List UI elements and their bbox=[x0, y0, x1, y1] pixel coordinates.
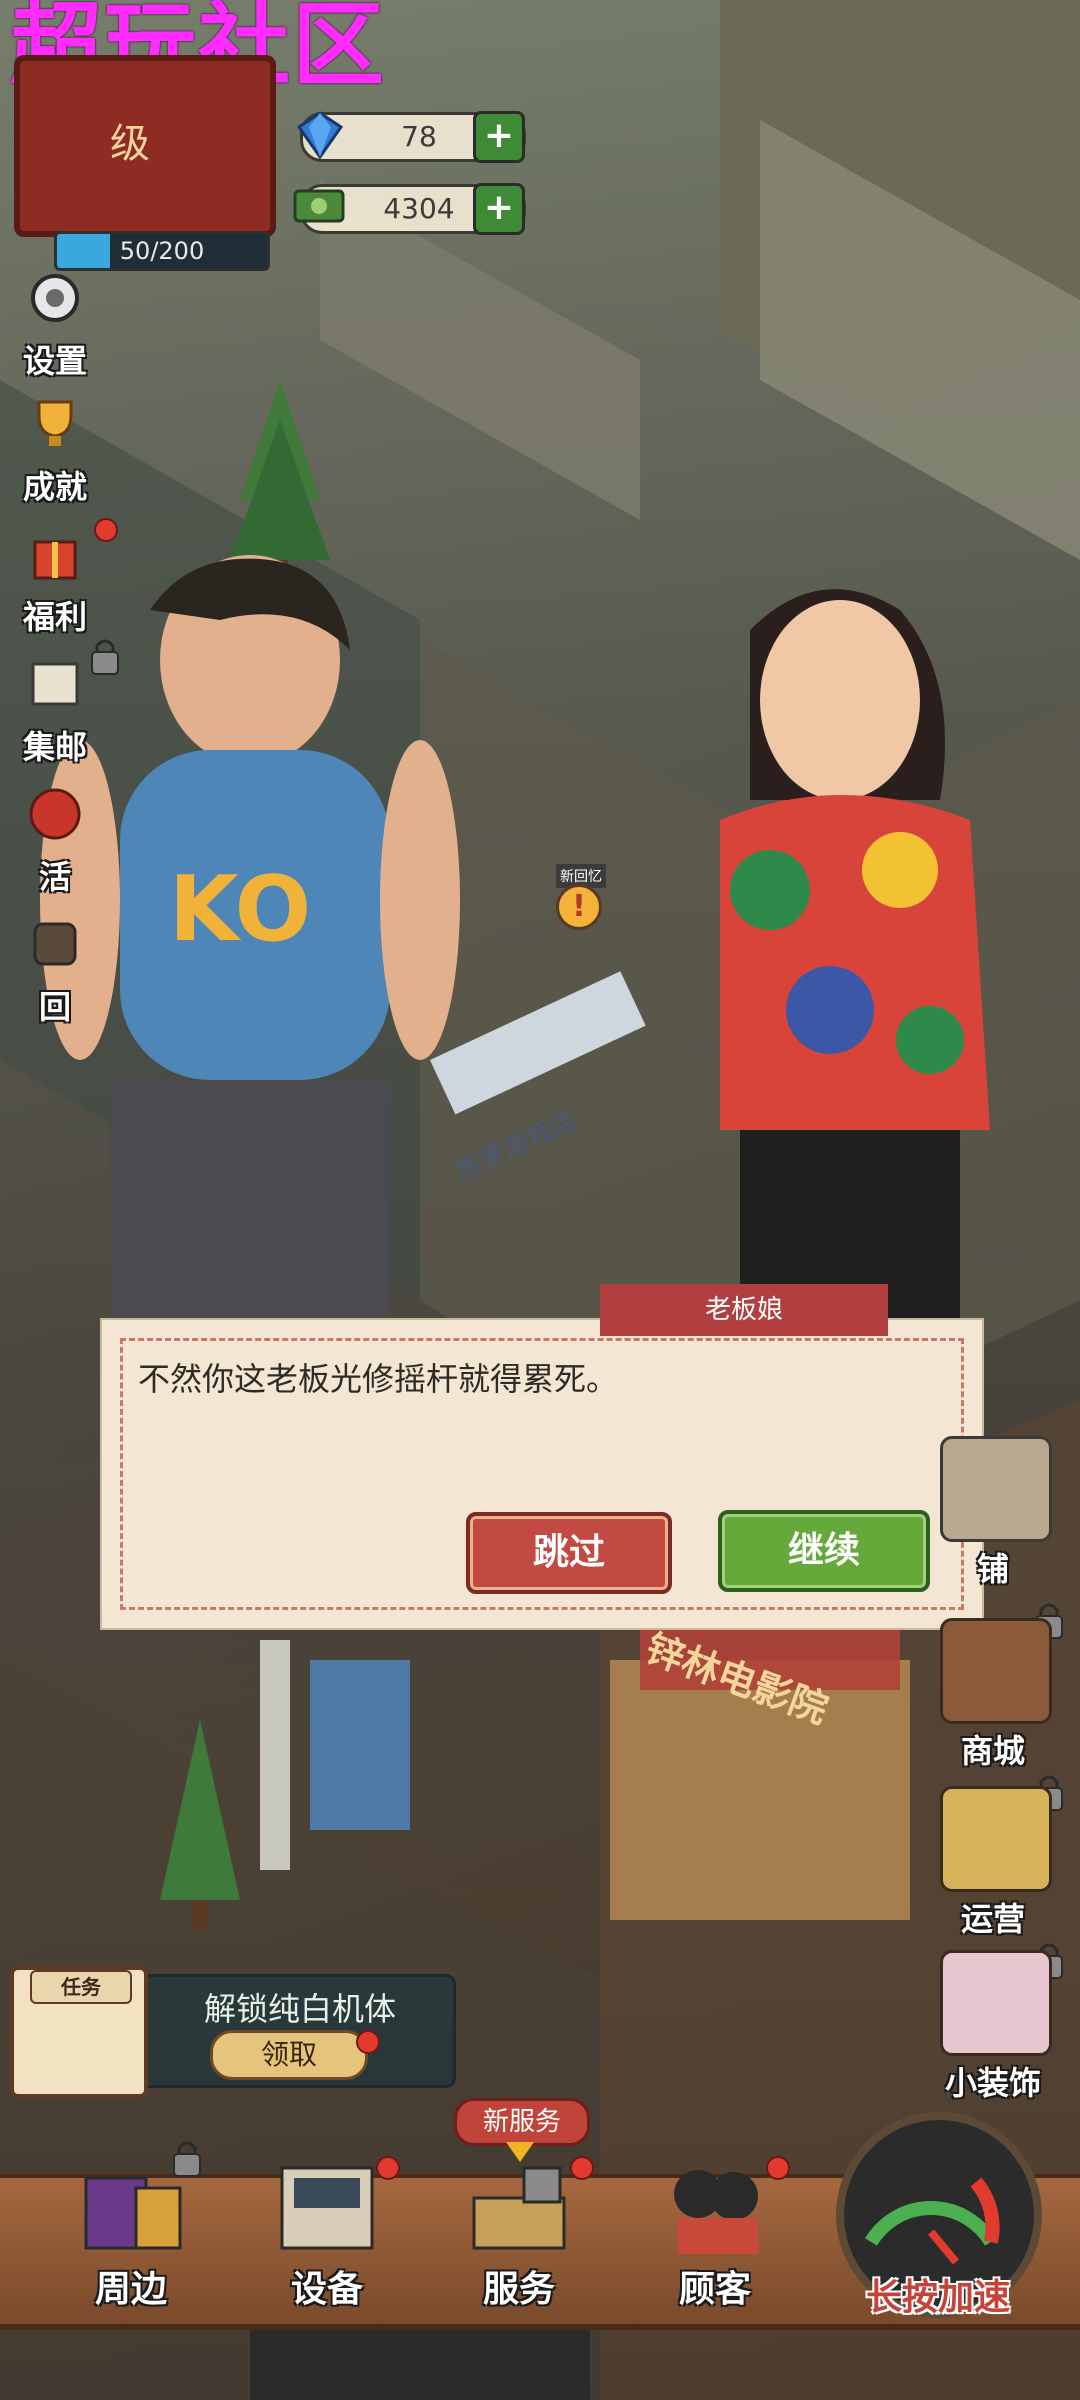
level-label: 级 bbox=[110, 121, 150, 167]
service-icon bbox=[472, 2166, 566, 2250]
shop-icon bbox=[940, 1436, 1052, 1542]
events-button[interactable]: 活 bbox=[10, 784, 100, 904]
quest-widget[interactable]: 任务 解锁纯白机体 领取 bbox=[10, 1966, 456, 2098]
settings-button[interactable]: 设置 bbox=[10, 268, 100, 388]
stamps-label: 集邮 bbox=[22, 728, 87, 766]
return-button[interactable]: 回 bbox=[10, 914, 100, 1034]
cash-icon bbox=[293, 189, 345, 223]
mall-label: 商城 bbox=[960, 1732, 1025, 1770]
stamp-icon bbox=[31, 662, 79, 706]
equipment-label: 设备 bbox=[290, 2269, 363, 2310]
welfare-label: 福利 bbox=[22, 598, 87, 636]
quest-notification-dot bbox=[356, 2030, 380, 2054]
customers-notification-dot bbox=[766, 2156, 790, 2180]
exp-text: 50/200 bbox=[119, 237, 205, 265]
equipment-button[interactable]: 设备 bbox=[252, 2152, 402, 2312]
speed-label: 长按加速 bbox=[865, 2277, 1010, 2318]
dialog-text: 不然你这老板光修摇杆就得累死。 bbox=[138, 1360, 619, 1398]
return-label: 回 bbox=[38, 988, 71, 1026]
add-gems-button[interactable]: + bbox=[473, 111, 525, 163]
continue-button[interactable]: 继续 bbox=[718, 1510, 930, 1592]
exp-bar: 50/200 bbox=[54, 231, 270, 271]
merch-lock-icon bbox=[173, 2141, 201, 2177]
mall-icon bbox=[940, 1618, 1052, 1724]
gem-count: 78 bbox=[401, 120, 437, 153]
add-cash-button[interactable]: + bbox=[473, 183, 525, 235]
speaker-name-tag: 老板娘 bbox=[600, 1284, 888, 1336]
cash-count: 4304 bbox=[383, 192, 455, 225]
quest-tag: 任务 bbox=[30, 1970, 132, 2004]
cash-counter: 4304 + bbox=[293, 183, 526, 235]
achievements-button[interactable]: 成就 bbox=[10, 394, 100, 514]
decoration-label: 小装饰 bbox=[944, 2064, 1041, 2102]
event-icon bbox=[29, 788, 81, 840]
equipment-icon bbox=[280, 2166, 374, 2250]
equipment-notification-dot bbox=[376, 2156, 400, 2180]
events-label: 活 bbox=[38, 858, 71, 896]
lock-icon bbox=[91, 639, 119, 675]
stamps-button[interactable]: 集邮 bbox=[10, 639, 119, 774]
settings-label: 设置 bbox=[22, 342, 87, 380]
welfare-notification-dot bbox=[94, 518, 118, 542]
return-icon bbox=[33, 922, 77, 966]
operations-label: 运营 bbox=[960, 1900, 1025, 1938]
merch-label: 周边 bbox=[94, 2269, 167, 2310]
operations-button[interactable]: 运营 bbox=[918, 1780, 1068, 1979]
merch-button[interactable]: 周边 bbox=[56, 2141, 206, 2312]
achievements-label: 成就 bbox=[22, 468, 87, 506]
shop-label: 铺 bbox=[976, 1550, 1009, 1588]
decoration-button[interactable]: 小装饰 bbox=[918, 1944, 1068, 2104]
welfare-button[interactable]: 福利 bbox=[10, 518, 118, 644]
trophy-icon bbox=[37, 400, 73, 446]
decoration-icon bbox=[940, 1950, 1052, 2056]
gear-icon bbox=[31, 274, 79, 322]
level-badge[interactable]: 级 50/200 bbox=[14, 55, 276, 271]
shop-button[interactable]: 铺 bbox=[918, 1430, 1068, 1639]
gem-icon bbox=[296, 111, 344, 160]
svg-text:KO: KO bbox=[169, 857, 311, 962]
customers-icon bbox=[674, 2170, 758, 2254]
service-notification-dot bbox=[570, 2156, 594, 2180]
operations-icon bbox=[940, 1786, 1052, 1892]
boss-lady-character bbox=[720, 589, 990, 1330]
new-service-tag: 新服务 bbox=[454, 2098, 590, 2146]
customers-label: 顾客 bbox=[678, 2269, 751, 2310]
gem-counter: 78 + bbox=[296, 111, 526, 163]
mall-button[interactable]: 商城 bbox=[918, 1612, 1068, 1811]
exclamation-icon[interactable]: ! bbox=[556, 884, 602, 930]
gift-icon bbox=[33, 540, 77, 580]
service-label: 服务 bbox=[482, 2269, 555, 2310]
quest-card: 任务 bbox=[10, 1966, 148, 2098]
skip-button[interactable]: 跳过 bbox=[466, 1512, 672, 1594]
service-button[interactable]: 服务 bbox=[444, 2152, 594, 2312]
quest-title: 解锁纯白机体 bbox=[203, 1990, 396, 2028]
customers-button[interactable]: 顾客 bbox=[640, 2152, 790, 2312]
claim-button[interactable]: 领取 bbox=[210, 2030, 368, 2080]
